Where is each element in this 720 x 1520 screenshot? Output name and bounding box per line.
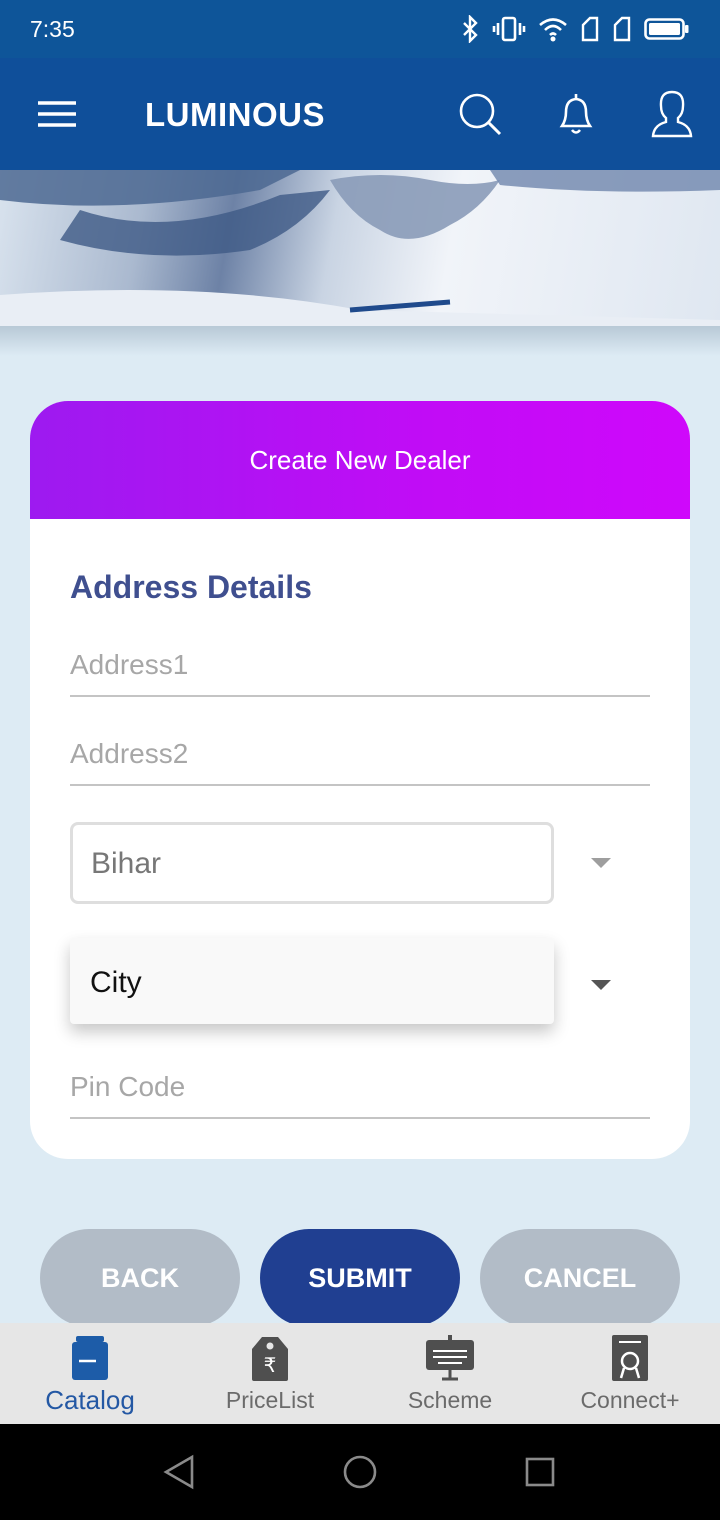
system-navigation-bar bbox=[0, 1424, 720, 1520]
create-dealer-card: Create New Dealer Address Details Addres… bbox=[30, 401, 690, 1159]
scheme-board-icon bbox=[426, 1335, 474, 1381]
status-icons bbox=[460, 14, 690, 44]
vibrate-icon bbox=[492, 16, 526, 42]
nav-label-connect: Connect+ bbox=[580, 1387, 680, 1413]
card-header: Create New Dealer bbox=[30, 401, 690, 519]
profile-button[interactable] bbox=[646, 88, 698, 140]
state-value: Bihar bbox=[91, 847, 162, 880]
nav-label-scheme: Scheme bbox=[407, 1387, 493, 1413]
user-profile-icon bbox=[651, 90, 693, 138]
banner-shadow bbox=[0, 326, 720, 356]
nav-label-catalog: Catalog bbox=[45, 1385, 135, 1415]
back-button[interactable]: BACK bbox=[40, 1229, 240, 1327]
city-dropdown[interactable]: City bbox=[70, 938, 554, 1024]
home-circle-icon[interactable] bbox=[342, 1454, 378, 1490]
status-time: 7:35 bbox=[30, 16, 75, 42]
back-triangle-icon[interactable] bbox=[162, 1454, 196, 1490]
submit-button[interactable]: SUBMIT bbox=[260, 1229, 460, 1327]
catalog-icon bbox=[72, 1336, 108, 1380]
address2-field[interactable]: Address2 bbox=[70, 732, 650, 786]
bluetooth-icon bbox=[463, 15, 478, 43]
wifi-icon bbox=[539, 18, 567, 42]
bottom-navigation: Catalog ₹ PriceList Scheme Connect+ bbox=[0, 1323, 720, 1424]
address1-placeholder: Address1 bbox=[70, 649, 189, 680]
cancel-button[interactable]: CANCEL bbox=[480, 1229, 680, 1327]
pincode-placeholder: Pin Code bbox=[70, 1071, 186, 1102]
search-icon bbox=[459, 93, 502, 136]
certificate-icon bbox=[612, 1335, 648, 1381]
nav-item-connect[interactable]: Connect+ bbox=[540, 1323, 720, 1424]
hamburger-menu-icon bbox=[38, 101, 76, 127]
nav-label-pricelist: PriceList bbox=[225, 1387, 315, 1413]
state-dropdown-arrow-icon[interactable] bbox=[591, 858, 611, 868]
notifications-button[interactable] bbox=[550, 88, 602, 140]
signal-1-icon bbox=[581, 16, 599, 42]
status-bar: 7:35 bbox=[0, 0, 720, 58]
menu-button[interactable] bbox=[30, 92, 82, 136]
bell-icon bbox=[559, 94, 593, 134]
card-header-title: Create New Dealer bbox=[249, 444, 471, 475]
nav-item-catalog[interactable]: Catalog bbox=[0, 1323, 180, 1424]
address2-placeholder: Address2 bbox=[70, 738, 189, 769]
price-tag-icon: ₹ bbox=[252, 1337, 288, 1381]
svg-text:₹: ₹ bbox=[264, 1353, 277, 1377]
nav-item-scheme[interactable]: Scheme bbox=[360, 1323, 540, 1424]
nav-item-pricelist[interactable]: ₹ PriceList bbox=[180, 1323, 360, 1424]
app-title: LUMINOUS bbox=[145, 96, 325, 133]
handshake-illustration bbox=[0, 170, 720, 328]
battery-icon bbox=[644, 18, 689, 40]
recents-square-icon[interactable] bbox=[524, 1456, 556, 1488]
city-dropdown-arrow-icon[interactable] bbox=[591, 980, 611, 990]
pincode-field[interactable]: Pin Code bbox=[70, 1065, 650, 1119]
search-button[interactable] bbox=[454, 88, 506, 140]
signal-2-icon bbox=[613, 16, 631, 42]
banner-image bbox=[0, 170, 720, 328]
state-dropdown[interactable]: Bihar bbox=[70, 822, 554, 904]
address1-field[interactable]: Address1 bbox=[70, 643, 650, 697]
city-value: City bbox=[90, 966, 142, 999]
section-title: Address Details bbox=[70, 569, 312, 605]
app-bar: LUMINOUS bbox=[0, 58, 720, 170]
